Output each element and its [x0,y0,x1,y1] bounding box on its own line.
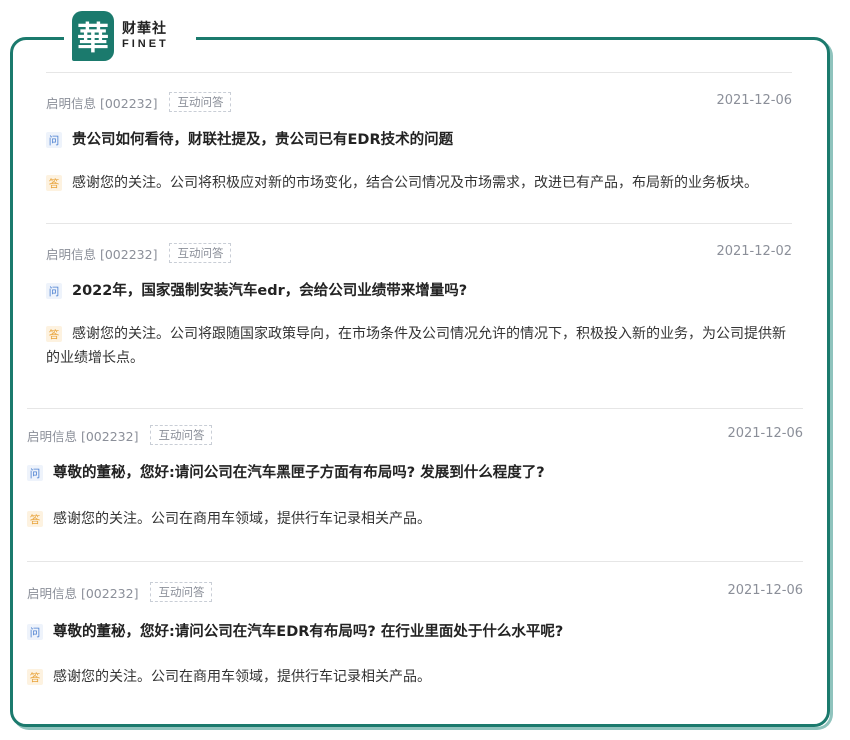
finet-logo-mark: 華 [72,11,114,61]
question-row: 问 贵公司如何看待，财联社提及，贵公司已有EDR技术的问题 [46,130,796,150]
answer-text: 感谢您的关注。公司将积极应对新的市场变化，结合公司情况及市场需求，改进已有产品，… [72,175,758,191]
divider [46,223,792,224]
finet-logo-cn: 财華社 [122,21,167,37]
answer-text: 感谢您的关注。公司在商用车领域，提供行车记录相关产品。 [53,669,431,685]
answer-icon: 答 [46,175,62,191]
answer-text: 感谢您的关注。公司在商用车领域，提供行车记录相关产品。 [53,511,431,527]
post-date: 2021-12-06 [727,426,803,441]
answer-row: 答 感谢您的关注。公司在商用车领域，提供行车记录相关产品。 [27,665,807,689]
question-row: 问 尊敬的董秘，您好:请问公司在汽车黑匣子方面有布局吗? 发展到什么程度了? [27,463,807,483]
question-text[interactable]: 2022年，国家强制安装汽车edr，会给公司业绩带来增量吗? [72,281,467,301]
company-source[interactable]: 启明信息 [002232] [46,93,157,112]
question-icon: 问 [46,132,62,148]
answer-icon: 答 [27,511,43,527]
question-text[interactable]: 贵公司如何看待，财联社提及，贵公司已有EDR技术的问题 [72,130,453,150]
question-row: 问 尊敬的董秘，您好:请问公司在汽车EDR有布局吗? 在行业里面处于什么水平呢? [27,622,807,642]
divider [27,408,803,409]
answer-text: 感谢您的关注。公司将跟随国家政策导向，在市场条件及公司情况允许的情况下，积极投入… [46,326,786,366]
answer-icon: 答 [27,669,43,685]
divider [27,561,803,562]
divider [46,72,792,73]
question-icon: 问 [27,624,43,640]
company-source[interactable]: 启明信息 [002232] [27,426,138,445]
finet-logo: 華 财華社 FINET [64,6,196,66]
answer-row: 答 感谢您的关注。公司将跟随国家政策导向，在市场条件及公司情况允许的情况下，积极… [46,322,798,370]
finet-logo-en: FINET [122,38,169,50]
company-source[interactable]: 启明信息 [002232] [46,244,157,263]
post-date: 2021-12-02 [716,244,792,259]
qa-tag[interactable]: 互动问答 [150,425,213,445]
post-date: 2021-12-06 [716,93,792,108]
qa-tag[interactable]: 互动问答 [169,92,232,112]
answer-row: 答 感谢您的关注。公司将积极应对新的市场变化，结合公司情况及市场需求，改进已有产… [46,171,796,195]
question-row: 问 2022年，国家强制安装汽车edr，会给公司业绩带来增量吗? [46,281,796,301]
question-icon: 问 [46,283,62,299]
company-source[interactable]: 启明信息 [002232] [27,583,138,602]
answer-row: 答 感谢您的关注。公司在商用车领域，提供行车记录相关产品。 [27,507,807,531]
question-icon: 问 [27,465,43,481]
question-text[interactable]: 尊敬的董秘，您好:请问公司在汽车EDR有布局吗? 在行业里面处于什么水平呢? [53,622,563,642]
question-text[interactable]: 尊敬的董秘，您好:请问公司在汽车黑匣子方面有布局吗? 发展到什么程度了? [53,463,545,483]
qa-tag[interactable]: 互动问答 [150,582,213,602]
post-date: 2021-12-06 [727,583,803,598]
answer-icon: 答 [46,326,62,342]
qa-tag[interactable]: 互动问答 [169,243,232,263]
